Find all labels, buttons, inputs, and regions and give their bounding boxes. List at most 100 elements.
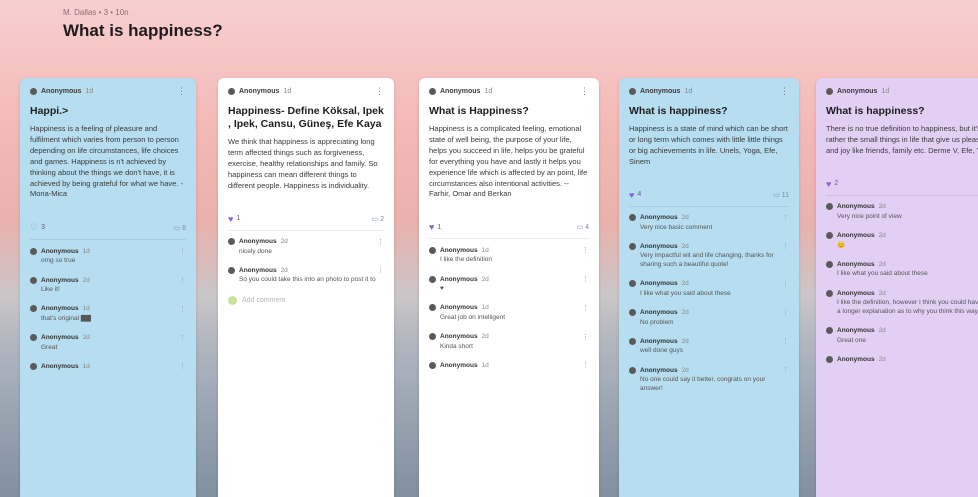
comment-item: Anonymous 2d ⋮ Very impactful wit and li… (629, 235, 789, 273)
comment-text: I like what you said about these (640, 289, 731, 297)
post-time: 1d (85, 88, 94, 95)
more-icon[interactable]: ⋮ (782, 366, 789, 374)
post-body: Happiness is a feeling of pleasure and f… (30, 124, 184, 199)
user-avatar-icon (30, 276, 37, 284)
comment-count-value: 2 (380, 215, 384, 223)
reaction-bar: ♥ 4 ▭ 11 (629, 184, 789, 207)
post-time: 1d (881, 88, 890, 95)
comment-author: Anonymous (440, 275, 478, 283)
comment-count[interactable]: ▭ 2 (372, 215, 384, 223)
comment-author: Anonymous (440, 246, 478, 254)
heart-icon[interactable]: ♥ (228, 214, 233, 224)
post-body: Happiness is a state of mind which can b… (629, 124, 788, 166)
comment-author: Anonymous (41, 334, 79, 342)
user-avatar-icon (629, 337, 636, 345)
comment-count[interactable]: ▭ 4 (577, 223, 589, 231)
comment-count[interactable]: ▭ 11 (773, 191, 789, 199)
heart-icon[interactable]: ♡ (30, 222, 38, 233)
more-icon[interactable]: ⋮ (377, 266, 384, 274)
post-card[interactable]: Anonymous 1d ⋮ Happi.> Happiness is a fe… (20, 78, 196, 497)
more-icon[interactable]: ⋮ (177, 86, 186, 97)
comment-author: Anonymous (640, 214, 678, 222)
post-card[interactable]: Anonymous 1d ⋮ Happiness- Define Köksal,… (218, 78, 394, 497)
more-icon[interactable]: ⋮ (179, 247, 186, 255)
comment-time: 2d (481, 333, 489, 341)
more-icon[interactable]: ⋮ (375, 86, 384, 97)
more-icon[interactable]: ⋮ (782, 309, 789, 317)
post-author-row: Anonymous 1d ⋮ (826, 86, 978, 97)
more-icon[interactable]: ⋮ (582, 304, 589, 312)
comment-item: Anonymous 2d ⋮ I like the definition, ho… (826, 282, 978, 320)
reaction-bar: ♥ 1 ▭ 2 (228, 208, 384, 231)
comment-text: Very impactful wit and life changing, th… (640, 252, 774, 269)
more-icon[interactable]: ⋮ (582, 361, 589, 369)
post-card[interactable]: Anonymous 1d ⋮ What is Happiness? Happin… (419, 78, 599, 497)
comment-text: I like what you said about these (837, 270, 928, 278)
comment-time: 2d (878, 355, 886, 363)
more-icon[interactable]: ⋮ (582, 275, 589, 283)
post-author-row: Anonymous 1d ⋮ (429, 86, 589, 97)
more-icon[interactable]: ⋮ (780, 86, 789, 97)
more-icon[interactable]: ⋮ (782, 337, 789, 345)
comment-item: Anonymous 2d ⋮ (826, 348, 978, 368)
user-avatar-icon (228, 266, 235, 274)
comment-time: 2d (681, 214, 689, 222)
more-icon[interactable]: ⋮ (179, 334, 186, 342)
post-body: Happiness is a complicated feeling, emot… (429, 124, 588, 199)
user-avatar-icon (826, 203, 833, 211)
add-comment-input[interactable]: Add comment (228, 296, 384, 306)
user-avatar-icon (629, 214, 636, 222)
comment-time: 2d (681, 280, 689, 288)
like-count: 2 (834, 180, 839, 188)
user-avatar-icon (429, 88, 436, 95)
more-icon[interactable]: ⋮ (582, 333, 589, 341)
reaction-bar: ♥ 2 ▭ (826, 173, 978, 196)
more-icon[interactable]: ⋮ (582, 246, 589, 254)
comment-text: that's original ▇▇ (41, 314, 91, 322)
comment-author: Anonymous (41, 247, 79, 255)
comment-text: omg so true (41, 257, 76, 265)
heart-icon[interactable]: ♥ (429, 222, 434, 232)
comment-text: Great one (837, 336, 866, 344)
post-title: What is happiness? (629, 105, 728, 117)
more-icon[interactable]: ⋮ (782, 214, 789, 222)
reaction-bar: ♥ 1 ▭ 4 (429, 216, 589, 240)
post-author: Anonymous (440, 88, 481, 95)
comment-text: Very nice basic comment (640, 223, 713, 231)
more-icon[interactable]: ⋮ (782, 242, 789, 250)
comment-count[interactable]: ▭ 8 (174, 224, 186, 232)
more-icon[interactable]: ⋮ (377, 238, 384, 246)
breadcrumb[interactable]: M. Dallas • 3 • 10n (63, 8, 223, 17)
more-icon[interactable]: ⋮ (179, 362, 186, 370)
like-count: 4 (637, 191, 642, 199)
more-icon[interactable]: ⋮ (179, 276, 186, 284)
comment-author: Anonymous (239, 238, 277, 246)
reaction-bar: ♡ 3 ▭ 8 (30, 216, 186, 241)
post-card[interactable]: Anonymous 1d ⋮ What is happiness? Happin… (619, 78, 799, 497)
comment-author: Anonymous (640, 366, 678, 374)
comment-time: 1d (481, 361, 489, 369)
comment-author: Anonymous (41, 305, 79, 313)
comment-text: 😊 (837, 241, 846, 249)
post-card[interactable]: Anonymous 1d ⋮ What is happiness? There … (816, 78, 978, 497)
comment-time: 2d (82, 276, 90, 284)
user-avatar-icon (826, 355, 833, 363)
comment-author: Anonymous (640, 280, 678, 288)
comment-author: Anonymous (640, 309, 678, 317)
more-icon[interactable]: ⋮ (580, 86, 589, 97)
comment-text: Kinda short (440, 342, 473, 350)
heart-icon[interactable]: ♥ (629, 190, 634, 200)
more-icon[interactable]: ⋮ (179, 305, 186, 313)
comment-author: Anonymous (837, 232, 875, 240)
heart-icon[interactable]: ♥ (826, 179, 831, 189)
more-icon[interactable]: ⋮ (782, 280, 789, 288)
page-title: What is happiness? (63, 21, 223, 40)
comment-icon: ▭ (173, 224, 181, 232)
comment-text: ♥ (440, 285, 444, 293)
post-title: Happi.> (30, 105, 69, 117)
user-avatar-icon (429, 246, 436, 254)
comment-item: Anonymous 2d ⋮ Great (30, 327, 186, 356)
user-avatar-icon (629, 366, 636, 374)
comment-author: Anonymous (440, 304, 478, 312)
user-avatar-icon (629, 242, 636, 250)
